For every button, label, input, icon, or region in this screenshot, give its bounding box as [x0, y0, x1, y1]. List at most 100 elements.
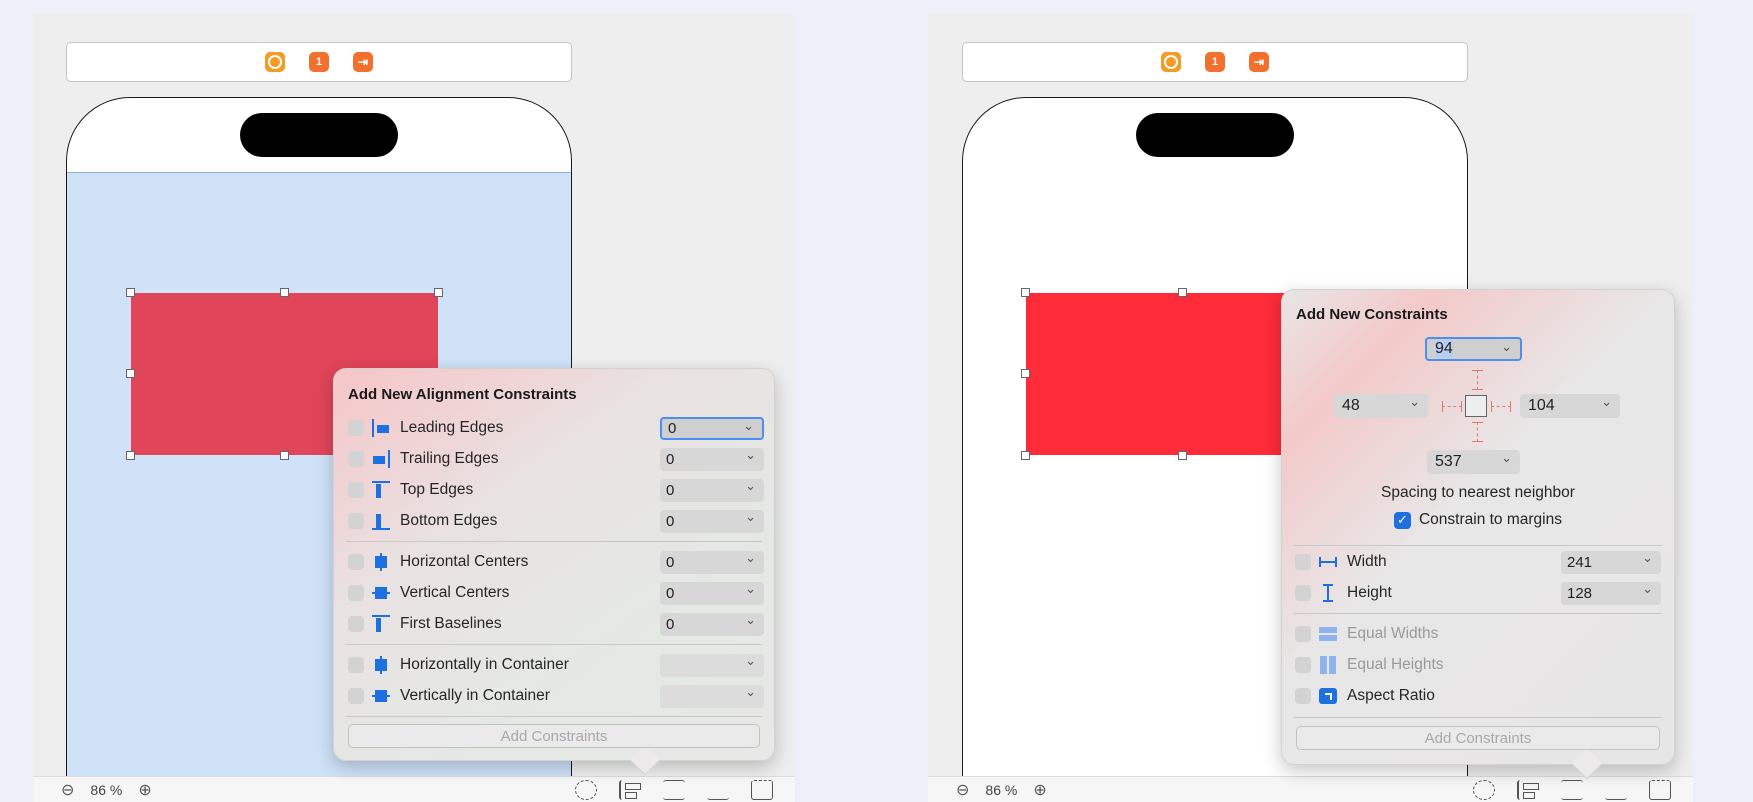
first-baselines-value[interactable]: 0 — [660, 612, 764, 636]
leading-edges-checkbox[interactable] — [348, 420, 364, 436]
width-label: Width — [1347, 553, 1387, 570]
top-constraint-strut[interactable] — [1472, 370, 1483, 390]
constraint-row-leading-edges: Leading Edges 0 — [348, 415, 764, 441]
resize-handle[interactable] — [1178, 451, 1187, 460]
leading-edges-value[interactable]: 0 — [660, 416, 764, 440]
resolve-issues-icon[interactable] — [1605, 780, 1627, 800]
resize-handle[interactable] — [126, 369, 135, 378]
trailing-constraint-strut[interactable] — [1491, 401, 1511, 412]
row-label: Horizontal Centers — [400, 553, 529, 570]
height-checkbox[interactable] — [1295, 585, 1311, 601]
constraint-row-top-edges: Top Edges 0 — [348, 477, 764, 503]
equal-widths-row: Equal Widths — [1295, 621, 1661, 647]
equal-widths-checkbox[interactable] — [1295, 626, 1311, 642]
zoom-controls: ⊖ 86 % ⊕ — [956, 780, 1047, 800]
constraint-row-vertical-centers: Vertical Centers 0 — [348, 580, 764, 606]
add-constraints-icon[interactable] — [1561, 780, 1583, 800]
checkmark-icon[interactable]: ✓ — [1393, 511, 1411, 529]
resize-handle[interactable] — [126, 451, 135, 460]
layout-tools — [575, 780, 773, 800]
vertical-centers-icon — [372, 584, 390, 602]
zoom-controls: ⊖ 86 % ⊕ — [61, 780, 152, 800]
height-icon — [1319, 584, 1337, 602]
canvas-bottom-bar: ⊖ 86 % ⊕ — [928, 776, 1693, 802]
height-value[interactable]: 128 — [1561, 581, 1661, 605]
resize-handle[interactable] — [1021, 451, 1030, 460]
bottom-edges-checkbox[interactable] — [348, 513, 364, 529]
top-edges-icon — [372, 481, 390, 499]
exit-icon[interactable]: ⇥ — [353, 52, 373, 72]
constraint-row-horizontally-in-container: Horizontally in Container — [348, 652, 764, 678]
constrain-to-margins-label: Constrain to margins — [1418, 511, 1562, 528]
popover-title: Add New Constraints — [1296, 306, 1448, 323]
top-edges-value[interactable]: 0 — [660, 478, 764, 502]
zoom-out-icon[interactable]: ⊖ — [61, 780, 74, 800]
first-responder-icon[interactable]: 1 — [1205, 52, 1225, 72]
embed-in-icon[interactable] — [751, 780, 773, 800]
add-constraints-button[interactable]: Add Constraints — [348, 724, 760, 748]
vertically-in-container-checkbox[interactable] — [348, 688, 364, 704]
resize-handle[interactable] — [280, 451, 289, 460]
add-constraints-button[interactable]: Add Constraints — [1296, 726, 1660, 750]
bottom-constraint-strut[interactable] — [1472, 422, 1483, 442]
height-row: Height 128 — [1295, 580, 1661, 606]
horizontal-centers-value[interactable]: 0 — [660, 550, 764, 574]
top-spacing-input[interactable]: 94 — [1425, 337, 1522, 361]
resize-handle[interactable] — [126, 288, 135, 297]
equal-heights-row: Equal Heights — [1295, 652, 1661, 678]
row-label: Top Edges — [400, 481, 474, 498]
update-frames-icon[interactable] — [575, 780, 597, 800]
equal-widths-label: Equal Widths — [1347, 625, 1439, 642]
vertically-in-container-icon — [372, 687, 390, 705]
first-baselines-checkbox[interactable] — [348, 616, 364, 632]
add-constraints-icon[interactable] — [663, 780, 685, 800]
leading-spacing-input[interactable]: 48 — [1334, 394, 1428, 418]
equal-widths-icon — [1319, 625, 1337, 643]
resize-handle[interactable] — [1021, 369, 1030, 378]
resolve-issues-icon[interactable] — [707, 780, 729, 800]
view-controller-icon[interactable] — [265, 52, 285, 72]
horizontally-in-container-icon — [372, 656, 390, 674]
horizontally-in-container-checkbox[interactable] — [348, 657, 364, 673]
leading-constraint-strut[interactable] — [1442, 401, 1462, 412]
vertical-centers-value[interactable]: 0 — [660, 581, 764, 605]
resize-handle[interactable] — [434, 288, 443, 297]
bottom-edges-value[interactable]: 0 — [660, 509, 764, 533]
view-controller-icon[interactable] — [1161, 52, 1181, 72]
aspect-ratio-checkbox[interactable] — [1295, 688, 1311, 704]
divider — [1294, 717, 1662, 718]
horizontal-centers-checkbox[interactable] — [348, 554, 364, 570]
width-checkbox[interactable] — [1295, 554, 1311, 570]
vertical-centers-checkbox[interactable] — [348, 585, 364, 601]
align-icon[interactable] — [1517, 780, 1539, 800]
popover-title: Add New Alignment Constraints — [348, 386, 577, 403]
horizontally-in-container-value[interactable] — [660, 653, 764, 677]
embed-in-icon[interactable] — [1649, 780, 1671, 800]
first-responder-icon[interactable]: 1 — [309, 52, 329, 72]
resize-handle[interactable] — [280, 288, 289, 297]
canvas-bottom-bar: ⊖ 86 % ⊕ — [33, 776, 795, 802]
trailing-edges-icon — [372, 450, 390, 468]
update-frames-icon[interactable] — [1473, 780, 1495, 800]
top-edges-checkbox[interactable] — [348, 482, 364, 498]
row-label: Leading Edges — [400, 419, 504, 436]
vertically-in-container-value[interactable] — [660, 684, 764, 708]
constrain-to-margins-row[interactable]: ✓ Constrain to margins — [1282, 511, 1674, 529]
height-label: Height — [1347, 584, 1392, 601]
exit-icon[interactable]: ⇥ — [1249, 52, 1269, 72]
trailing-spacing-input[interactable]: 104 — [1520, 394, 1620, 418]
row-label: Vertically in Container — [400, 687, 550, 704]
trailing-edges-checkbox[interactable] — [348, 451, 364, 467]
width-value[interactable]: 241 — [1561, 550, 1661, 574]
constraint-row-trailing-edges: Trailing Edges 0 — [348, 446, 764, 472]
zoom-in-icon[interactable]: ⊕ — [138, 780, 151, 800]
resize-handle[interactable] — [1021, 288, 1030, 297]
zoom-out-icon[interactable]: ⊖ — [956, 780, 969, 800]
zoom-in-icon[interactable]: ⊕ — [1033, 780, 1046, 800]
scene-dock: 1 ⇥ — [962, 42, 1468, 82]
equal-heights-checkbox[interactable] — [1295, 657, 1311, 673]
align-icon[interactable] — [619, 780, 641, 800]
bottom-spacing-input[interactable]: 537 — [1427, 450, 1520, 474]
trailing-edges-value[interactable]: 0 — [660, 447, 764, 471]
resize-handle[interactable] — [1178, 288, 1187, 297]
